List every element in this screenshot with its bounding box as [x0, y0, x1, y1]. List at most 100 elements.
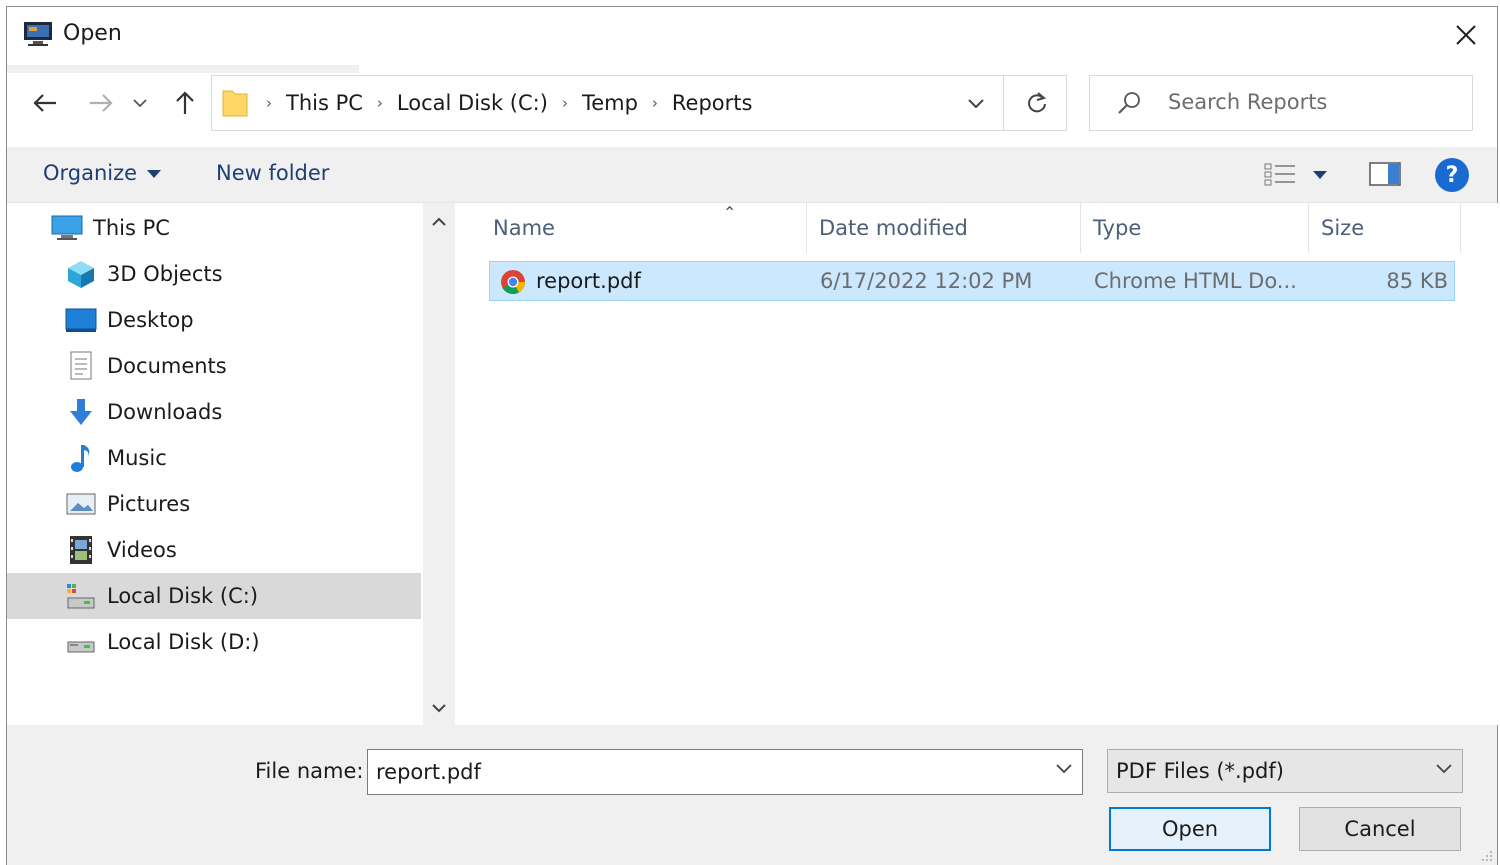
file-name-label: File name: — [255, 759, 364, 783]
resize-grip-icon[interactable] — [1479, 848, 1493, 862]
command-bar: Organize New folder ? — [7, 147, 1497, 203]
sidebar-item-documents[interactable]: Documents — [7, 343, 421, 389]
breadcrumb-separator-icon[interactable]: › — [377, 94, 383, 112]
sidebar-item-this-pc[interactable]: This PC — [7, 205, 421, 251]
refresh-button[interactable] — [1008, 76, 1066, 130]
chevron-down-icon — [1436, 764, 1452, 774]
breadcrumb-local-disk-c[interactable]: Local Disk (C:) — [397, 91, 548, 115]
file-date-modified: 6/17/2022 12:02 PM — [820, 269, 1033, 293]
pictures-icon — [65, 488, 97, 520]
sidebar-item-3d-objects[interactable]: 3D Objects — [7, 251, 421, 297]
navigation-bar: › This PC › Local Disk (C:) › Temp › Rep… — [7, 65, 1497, 147]
organize-label: Organize — [43, 161, 138, 185]
sidebar-item-local-disk-c[interactable]: Local Disk (C:) — [7, 573, 421, 619]
breadcrumb: › This PC › Local Disk (C:) › Temp › Rep… — [252, 76, 752, 130]
column-header-size[interactable]: Size — [1309, 203, 1461, 253]
new-folder-button[interactable]: New folder — [216, 161, 329, 185]
cancel-button-label: Cancel — [1344, 817, 1416, 841]
change-view-icon[interactable] — [1263, 161, 1297, 187]
sidebar-item-label: Desktop — [107, 308, 194, 332]
sidebar-item-label: Videos — [107, 538, 177, 562]
file-size: 85 KB — [1386, 269, 1448, 293]
search-box[interactable]: Search Reports — [1089, 75, 1473, 131]
breadcrumb-this-pc[interactable]: This PC — [286, 91, 363, 115]
column-header-label: Name — [493, 216, 555, 240]
chevron-down-icon — [967, 99, 984, 108]
sidebar-item-desktop[interactable]: Desktop — [7, 297, 421, 343]
sidebar-item-label: Local Disk (D:) — [107, 630, 260, 654]
sidebar-item-videos[interactable]: Videos — [7, 527, 421, 573]
close-icon — [1456, 25, 1476, 45]
sidebar-item-label: Music — [107, 446, 167, 470]
file-name-value: report.pdf — [376, 760, 481, 784]
chevron-down-icon — [432, 704, 446, 713]
title-bar: Open — [7, 7, 1497, 65]
chevron-up-icon — [432, 217, 446, 226]
3d-objects-icon — [65, 258, 97, 290]
sidebar-item-label: Documents — [107, 354, 227, 378]
forward-arrow-icon — [90, 94, 113, 112]
open-button-label: Open — [1161, 817, 1219, 841]
sidebar-item-downloads[interactable]: Downloads — [7, 389, 421, 435]
cancel-button[interactable]: Cancel — [1299, 807, 1461, 851]
column-header-type[interactable]: Type — [1081, 203, 1309, 253]
search-icon — [1118, 92, 1140, 114]
open-file-dialog: Open › This PC › Local Disk (C:) › Temp … — [6, 6, 1499, 865]
column-header-label: Date modified — [819, 216, 968, 240]
open-button[interactable]: Open — [1109, 807, 1271, 851]
column-header-date-modified[interactable]: Date modified — [807, 203, 1081, 253]
sidebar-item-music[interactable]: Music — [7, 435, 421, 481]
recent-locations-button[interactable] — [127, 83, 153, 123]
column-header-label: Type — [1093, 216, 1142, 240]
folder-icon — [222, 90, 248, 117]
breadcrumb-temp[interactable]: Temp — [582, 91, 638, 115]
back-button[interactable] — [25, 83, 65, 123]
view-options-caret-icon[interactable] — [1313, 171, 1327, 179]
breadcrumb-reports[interactable]: Reports — [672, 91, 753, 115]
file-type-filter-value: PDF Files (*.pdf) — [1116, 759, 1284, 783]
window-title: Open — [63, 21, 122, 46]
breadcrumb-separator-icon[interactable]: › — [652, 94, 658, 112]
app-icon — [24, 22, 52, 46]
sidebar-item-pictures[interactable]: Pictures — [7, 481, 421, 527]
file-name: report.pdf — [536, 269, 641, 293]
sidebar-item-label: 3D Objects — [107, 262, 223, 286]
sidebar-item-label: Downloads — [107, 400, 223, 424]
sidebar-item-label: Pictures — [107, 492, 191, 516]
desktop-icon — [65, 304, 97, 336]
scroll-up-button[interactable] — [423, 207, 455, 237]
navigation-pane: This PC 3D Objects Desktop Documents Dow… — [7, 203, 421, 725]
refresh-icon — [1028, 92, 1047, 113]
organize-button[interactable]: Organize — [43, 161, 162, 185]
file-row[interactable]: report.pdf 6/17/2022 12:02 PM Chrome HTM… — [489, 261, 1455, 301]
sidebar-item-label: This PC — [93, 216, 170, 240]
column-header-name[interactable]: Name — [455, 203, 807, 253]
documents-icon — [65, 350, 97, 382]
breadcrumb-separator-icon[interactable]: › — [562, 94, 568, 112]
tab-strip — [7, 65, 359, 73]
file-list: ⌃ Name Date modified Type Size report.pd… — [455, 203, 1499, 725]
file-name-field[interactable]: report.pdf — [367, 749, 1083, 795]
navigation-pane-scrollbar[interactable] — [423, 203, 455, 725]
drive-icon — [65, 626, 97, 658]
chevron-down-icon — [133, 99, 147, 108]
address-history-dropdown[interactable] — [948, 76, 1004, 130]
scroll-down-button[interactable] — [423, 693, 455, 723]
search-placeholder: Search Reports — [1168, 90, 1328, 114]
new-folder-label: New folder — [216, 161, 330, 185]
preview-pane-icon[interactable] — [1369, 161, 1401, 187]
drive-icon — [65, 580, 97, 612]
close-button[interactable] — [1435, 7, 1497, 63]
column-header-label: Size — [1321, 216, 1365, 240]
downloads-icon — [65, 396, 97, 428]
music-icon — [65, 442, 97, 474]
address-bar[interactable]: › This PC › Local Disk (C:) › Temp › Rep… — [211, 75, 1067, 131]
chevron-down-icon[interactable] — [1056, 762, 1072, 774]
up-button[interactable] — [165, 83, 205, 123]
help-icon[interactable]: ? — [1435, 158, 1469, 192]
file-type: Chrome HTML Do... — [1094, 269, 1297, 293]
dialog-footer: File name: report.pdf PDF Files (*.pdf) … — [7, 725, 1497, 865]
sidebar-item-local-disk-d[interactable]: Local Disk (D:) — [7, 619, 421, 665]
forward-button[interactable] — [81, 83, 121, 123]
file-type-filter[interactable]: PDF Files (*.pdf) — [1107, 749, 1463, 793]
